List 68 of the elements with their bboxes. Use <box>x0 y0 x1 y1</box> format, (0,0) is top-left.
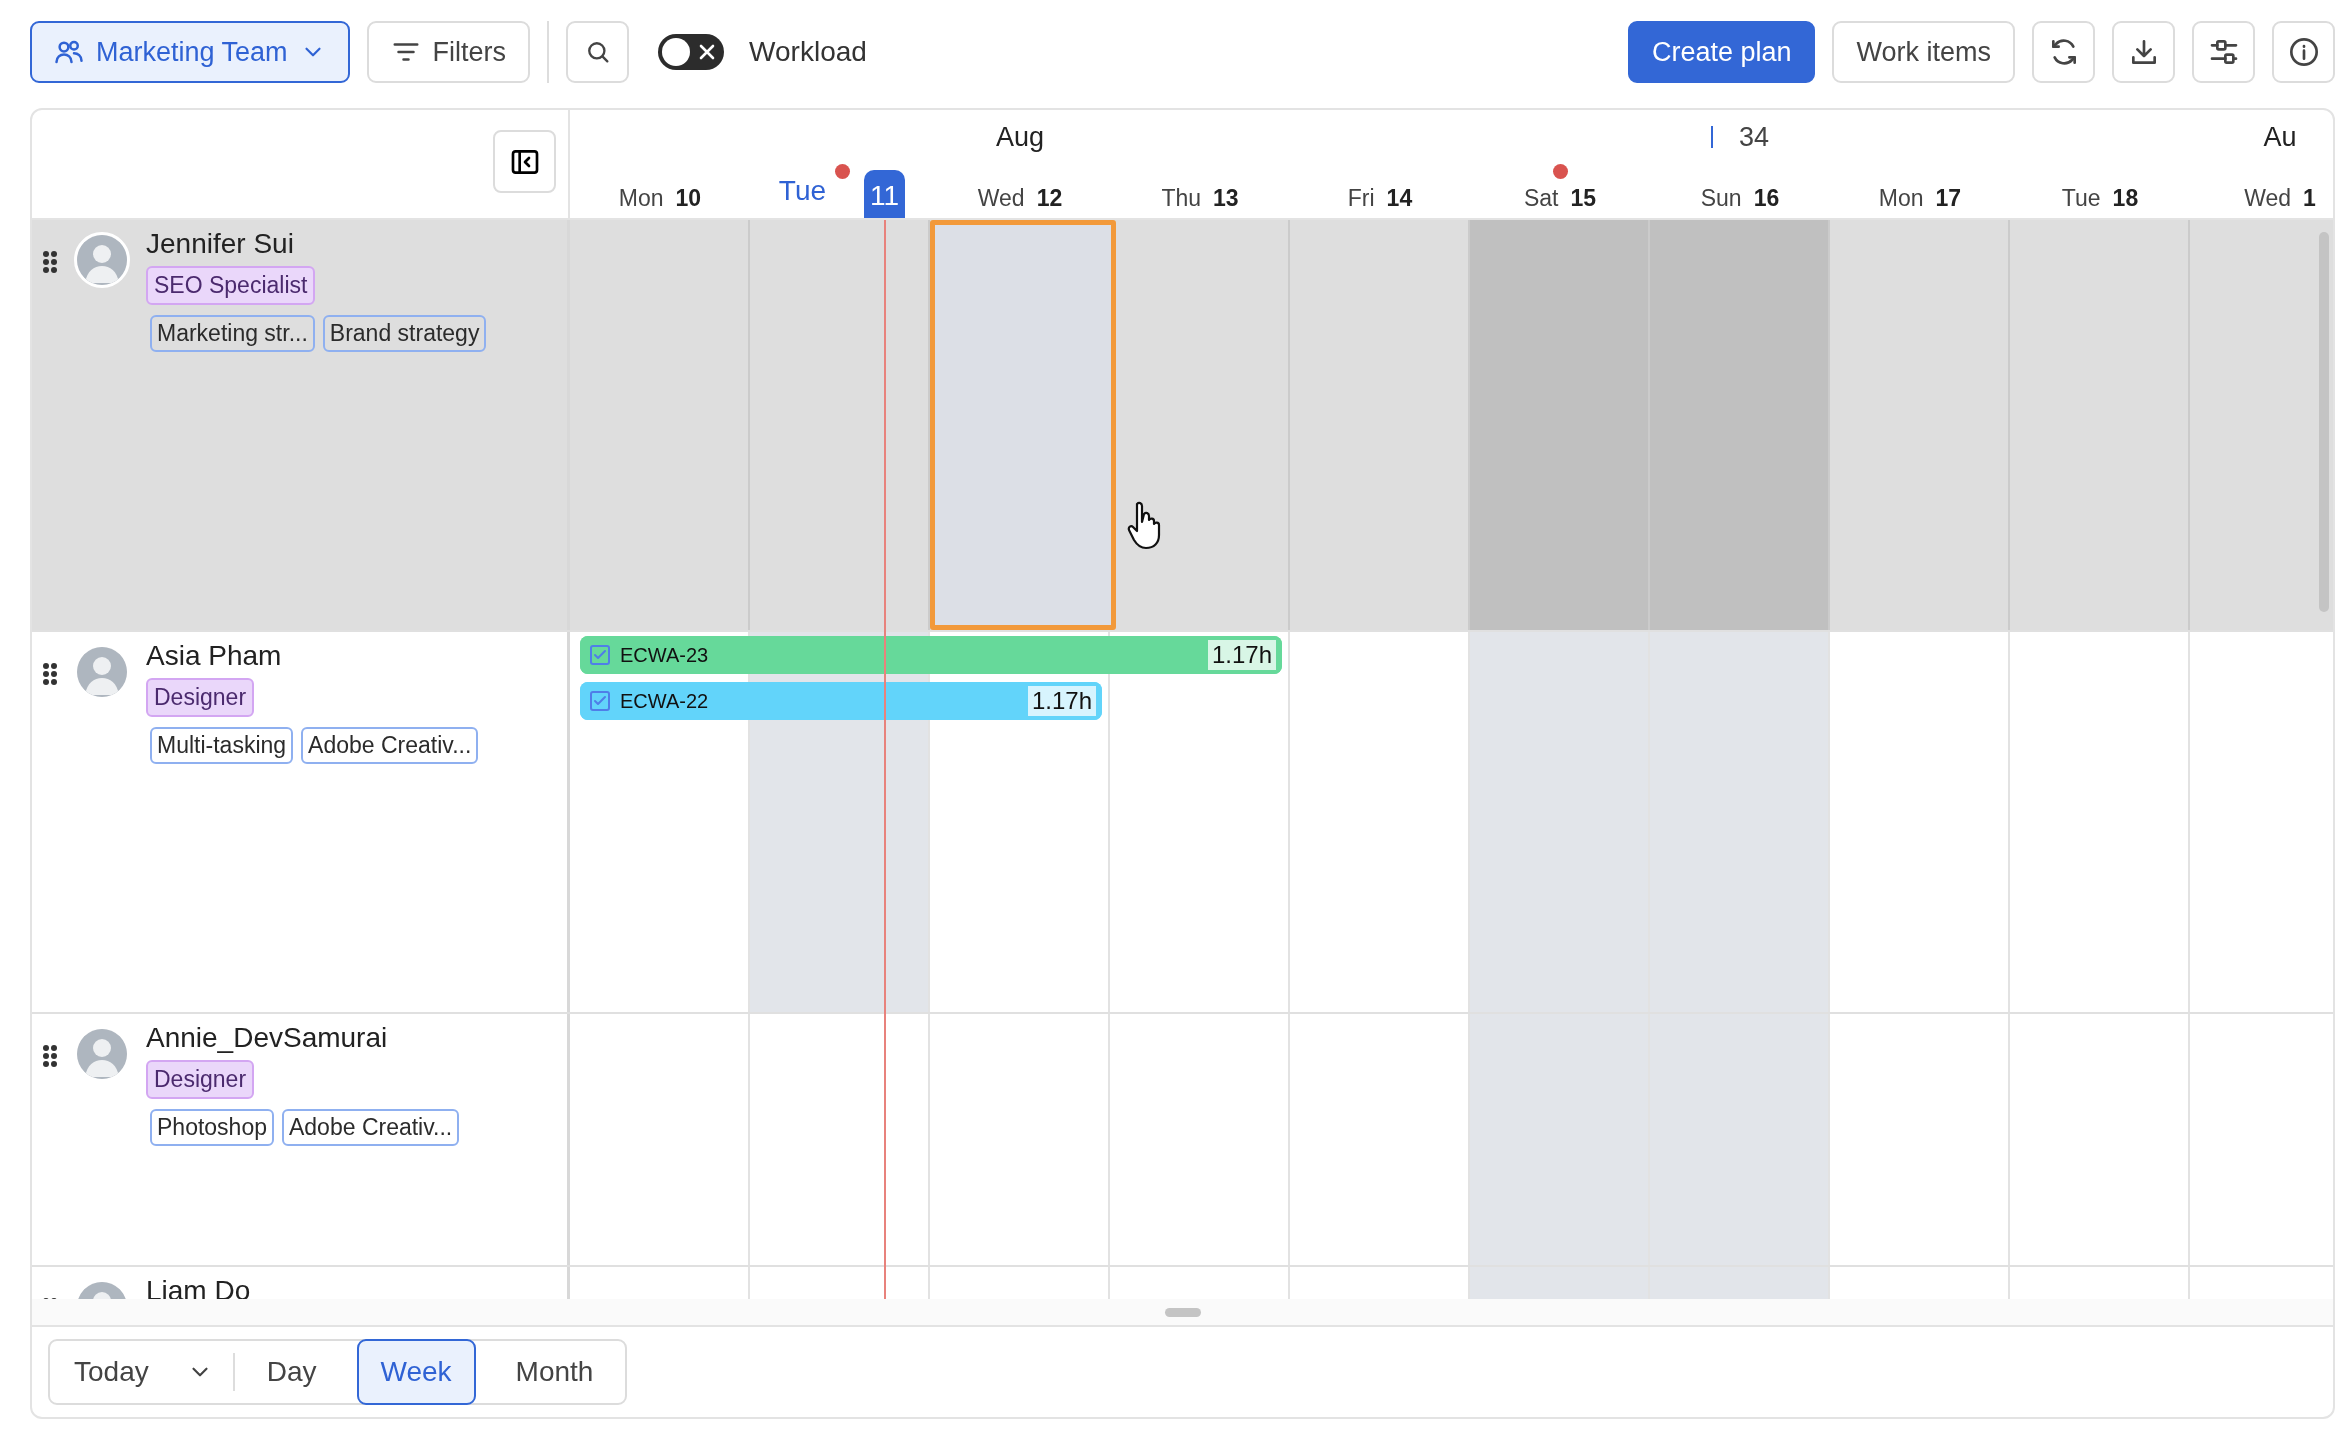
day-number: 14 <box>1386 185 1413 212</box>
x-icon <box>698 43 717 61</box>
today-dropdown[interactable]: Today <box>50 1356 233 1388</box>
work-items-button[interactable]: Work items <box>1832 21 2015 83</box>
skill-tag: Multi-tasking <box>150 727 294 764</box>
scrollbar[interactable] <box>2319 232 2329 612</box>
skill-tag: Adobe Creativ... <box>301 727 479 764</box>
info-button[interactable] <box>2272 21 2335 83</box>
day-number: 17 <box>1935 185 1962 212</box>
weekday-label: Sat <box>1523 185 1559 212</box>
person-name: Annie_DevSamurai <box>146 1022 389 1054</box>
day-number: 11 <box>864 170 906 218</box>
drag-handle-icon[interactable] <box>42 1044 58 1068</box>
week-number: 34 <box>1738 121 1769 153</box>
view-tab[interactable]: Month <box>491 1339 618 1405</box>
person-name: Asia Pham <box>146 640 283 672</box>
weekday-label: Wed <box>2244 185 2292 212</box>
task-hours: 1.17h <box>1207 640 1276 670</box>
skill-tag: Adobe Creativ... <box>282 1109 460 1146</box>
task-id: ECWA-23 <box>620 643 709 667</box>
task-id: ECWA-22 <box>620 689 709 713</box>
checkbox-icon <box>588 689 612 713</box>
drag-handle-icon[interactable] <box>42 250 58 274</box>
day-number: 10 <box>675 185 702 212</box>
collapse-panel-button[interactable] <box>493 130 556 193</box>
view-tab[interactable]: Week <box>356 1339 476 1405</box>
team-dropdown[interactable]: Marketing Team <box>30 21 350 83</box>
filters-button[interactable]: Filters <box>366 21 531 83</box>
checkbox-icon <box>588 643 612 667</box>
selected-day-cell[interactable] <box>930 220 1116 630</box>
workload-label: Workload <box>749 36 867 68</box>
day-number: 16 <box>1753 185 1780 212</box>
day-number: 1 <box>2303 185 2316 212</box>
avatar <box>74 232 130 288</box>
weekday-label: Mon <box>1878 185 1924 212</box>
weekday-label: Sun <box>1700 185 1742 212</box>
search-button[interactable] <box>566 21 630 83</box>
skill-tag: Photoshop <box>150 1109 274 1146</box>
create-plan-button[interactable]: Create plan <box>1627 21 1816 83</box>
weekday-label: Tue <box>778 175 827 207</box>
drag-handle-icon[interactable] <box>42 662 58 686</box>
weekday-label: Fri <box>1347 185 1375 212</box>
role-tag: SEO Specialist <box>146 266 316 305</box>
month-label: Aug <box>995 121 1044 153</box>
task-bar[interactable]: ECWA-23 1.17h <box>580 636 1282 674</box>
scrollbar[interactable] <box>1164 1307 1201 1317</box>
task-bar[interactable]: ECWA-22 1.17h <box>580 682 1102 720</box>
skill-tag: Brand strategy <box>322 315 487 352</box>
weekday-label: Mon <box>618 185 664 212</box>
day-number: 18 <box>2112 185 2139 212</box>
view-tab[interactable]: Day <box>242 1339 341 1405</box>
weekday-label: Thu <box>1161 185 1201 212</box>
role-tag: Designer <box>146 678 255 717</box>
skill-tag: Marketing str... <box>150 315 315 352</box>
workload-toggle[interactable] <box>658 34 725 70</box>
weekday-label: Wed <box>977 185 1025 212</box>
role-tag: Designer <box>146 1060 255 1099</box>
day-number: 13 <box>1213 185 1239 212</box>
day-number: 15 <box>1570 185 1597 212</box>
settings-button[interactable] <box>2192 21 2255 83</box>
info-icon <box>2287 36 2320 68</box>
day-number: 12 <box>1036 185 1063 212</box>
weekday-label: Tue <box>2061 185 2101 212</box>
month-label: Au <box>2263 121 2297 153</box>
person-name: Jennifer Sui <box>146 228 295 260</box>
refresh-button[interactable] <box>2032 21 2095 83</box>
task-hours: 1.17h <box>1027 686 1096 716</box>
download-button[interactable] <box>2112 21 2175 83</box>
